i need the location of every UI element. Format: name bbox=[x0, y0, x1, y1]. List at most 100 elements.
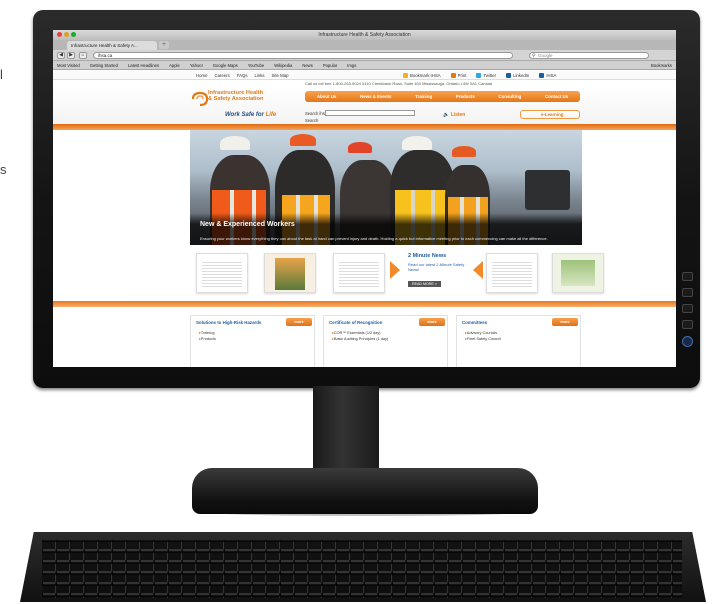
minimize-window-button[interactable] bbox=[64, 32, 69, 37]
util-link-home[interactable]: Home bbox=[196, 73, 207, 78]
contact-text: Call us toll free 1-800-263-5024 5110 Cr… bbox=[305, 81, 493, 86]
nav-consulting[interactable]: Consulting bbox=[498, 94, 521, 99]
browser-tab[interactable]: Infrastructure Health & Safety A... bbox=[67, 41, 157, 50]
monitor-button[interactable] bbox=[682, 320, 693, 329]
hero-banner[interactable]: New & Experienced Workers Ensuring your … bbox=[190, 130, 582, 245]
search-placeholder: Google bbox=[538, 53, 553, 58]
contact-line: Call us toll free 1-800-263-5024 5110 Cr… bbox=[53, 80, 676, 87]
monitor-button[interactable] bbox=[682, 304, 693, 313]
bookmark-item[interactable]: Google Maps bbox=[213, 63, 238, 68]
box-more-button[interactable]: more bbox=[419, 318, 445, 326]
bookmark-item[interactable]: Getting Started bbox=[90, 63, 118, 68]
publication-thumb[interactable] bbox=[333, 253, 385, 293]
monitor-button[interactable] bbox=[682, 272, 693, 281]
power-button[interactable] bbox=[682, 336, 693, 347]
new-tab-button[interactable]: + bbox=[159, 41, 169, 49]
bookmark-item[interactable]: Apple bbox=[169, 63, 180, 68]
url-field[interactable]: ihsa.ca bbox=[93, 52, 513, 59]
util-link-links[interactable]: Links bbox=[255, 73, 265, 78]
zoom-window-button[interactable] bbox=[71, 32, 76, 37]
nav-about-us[interactable]: About Us bbox=[317, 94, 337, 99]
speaker-icon: 🔈 bbox=[443, 112, 450, 118]
box-more-button[interactable]: more bbox=[552, 318, 578, 326]
tagline-accent: Life bbox=[265, 112, 277, 118]
site-search-input[interactable] bbox=[325, 110, 415, 116]
bookmarks-menu[interactable]: Bookmarks bbox=[651, 63, 676, 68]
box-list-item[interactable]: Fleet Safety Council bbox=[465, 336, 501, 342]
logo-line-2: & Safety Association bbox=[208, 96, 264, 103]
nav-news-events[interactable]: News & Events bbox=[360, 94, 391, 99]
screen: Infrastructure Health & Safety Associati… bbox=[53, 30, 676, 367]
product-photo: l s Infrastructure Health & Safety Assoc… bbox=[0, 0, 723, 604]
site-search: Search ihsa Search 🔈 Listen e-Learning bbox=[305, 109, 580, 124]
ihsa-logo-icon bbox=[191, 91, 209, 107]
listen-button[interactable]: 🔈 Listen bbox=[443, 112, 465, 118]
box-title: Committees bbox=[462, 320, 488, 325]
hard-hat bbox=[290, 134, 316, 146]
box-list-item[interactable]: Products bbox=[199, 336, 216, 342]
window-title: Infrastructure Health & Safety Associati… bbox=[318, 32, 411, 38]
linkedin-icon bbox=[506, 73, 512, 79]
print-link[interactable]: Print bbox=[450, 73, 467, 79]
site-logo[interactable]: Infrastructure Health & Safety Associati… bbox=[191, 88, 301, 124]
bookmark-item[interactable]: Yahoo! bbox=[190, 63, 203, 68]
web-page: Home Careers FAQs Links Site Map Bookmar… bbox=[53, 71, 676, 367]
monitor-stand-neck bbox=[313, 386, 379, 476]
publication-thumb[interactable] bbox=[486, 253, 538, 293]
home-icon[interactable]: ⌂ bbox=[79, 52, 87, 59]
bookmark-item[interactable]: News bbox=[302, 63, 312, 68]
bookmark-site-link[interactable]: Bookmark IHSA bbox=[403, 73, 441, 79]
truck bbox=[525, 170, 570, 210]
util-link-careers[interactable]: Careers bbox=[214, 73, 229, 78]
keyboard-key-grid bbox=[42, 540, 682, 598]
publication-thumb[interactable] bbox=[552, 253, 604, 293]
box-list: Training Products bbox=[199, 330, 216, 342]
nav-contact-us[interactable]: Contact Us bbox=[545, 94, 568, 99]
bookmark-item[interactable]: Popular bbox=[323, 63, 337, 68]
cropped-text-fragment-2: s bbox=[0, 162, 7, 177]
read-more-button[interactable]: READ MORE > bbox=[408, 281, 441, 287]
close-window-button[interactable] bbox=[57, 32, 62, 37]
hero-text: Ensuring your workers know everything th… bbox=[200, 236, 548, 241]
monitor-button[interactable] bbox=[682, 288, 693, 297]
site-search-button[interactable]: Search bbox=[305, 118, 318, 123]
bookmark-item[interactable]: Wikipedia bbox=[274, 63, 292, 68]
tab-bar: Infrastructure Health & Safety A... + bbox=[53, 40, 676, 50]
publication-thumb[interactable] bbox=[196, 253, 248, 293]
publication-thumb[interactable] bbox=[264, 253, 316, 293]
feature-box: Certificate of Recognition more COR™ Ess… bbox=[323, 315, 448, 367]
logo-text: Infrastructure Health & Safety Associati… bbox=[208, 90, 263, 102]
featured-title: 2 Minute News bbox=[408, 253, 447, 259]
elearning-button[interactable]: e-Learning bbox=[520, 110, 580, 119]
slider-arrow-icon bbox=[390, 261, 400, 279]
nav-products[interactable]: Products bbox=[456, 94, 475, 99]
linkedin-link[interactable]: LinkedIn bbox=[506, 73, 529, 79]
back-icon[interactable]: ◀ bbox=[57, 52, 65, 59]
twitter-label: Twitter bbox=[483, 73, 497, 78]
box-more-button[interactable]: more bbox=[286, 318, 312, 326]
featured-text: Read our latest 2-Minute Safety News! bbox=[408, 262, 465, 272]
site-header: Infrastructure Health & Safety Associati… bbox=[53, 87, 676, 124]
browser-search-field[interactable]: ⚲ Google bbox=[529, 52, 649, 59]
util-link-sitemap[interactable]: Site Map bbox=[272, 73, 289, 78]
thumb-lines bbox=[492, 260, 532, 288]
hard-hat bbox=[348, 142, 372, 153]
utility-bar: Home Careers FAQs Links Site Map Bookmar… bbox=[53, 71, 676, 80]
twitter-link[interactable]: Twitter bbox=[476, 73, 497, 79]
monitor-buttons bbox=[682, 272, 696, 347]
hard-hat bbox=[220, 136, 250, 150]
print-label: Print bbox=[457, 73, 467, 78]
util-link-faqs[interactable]: FAQs bbox=[237, 73, 248, 78]
bookmark-item[interactable]: Imgs bbox=[347, 63, 356, 68]
print-icon bbox=[450, 73, 456, 79]
bookmark-site-label: Bookmark IHSA bbox=[410, 73, 441, 78]
bookmark-item[interactable]: YouTube bbox=[248, 63, 264, 68]
bookmark-item[interactable]: Most Visited bbox=[57, 63, 80, 68]
bookmark-item[interactable]: Latest Headlines bbox=[128, 63, 159, 68]
forward-icon[interactable]: ▶ bbox=[67, 52, 75, 59]
twitter-icon bbox=[476, 73, 482, 79]
thumb-cover bbox=[275, 258, 305, 290]
ihsa-link[interactable]: IHSA bbox=[539, 73, 556, 79]
box-list-item[interactable]: Basic Auditing Principles (1 day) bbox=[332, 336, 388, 342]
nav-training[interactable]: Training bbox=[415, 94, 432, 99]
